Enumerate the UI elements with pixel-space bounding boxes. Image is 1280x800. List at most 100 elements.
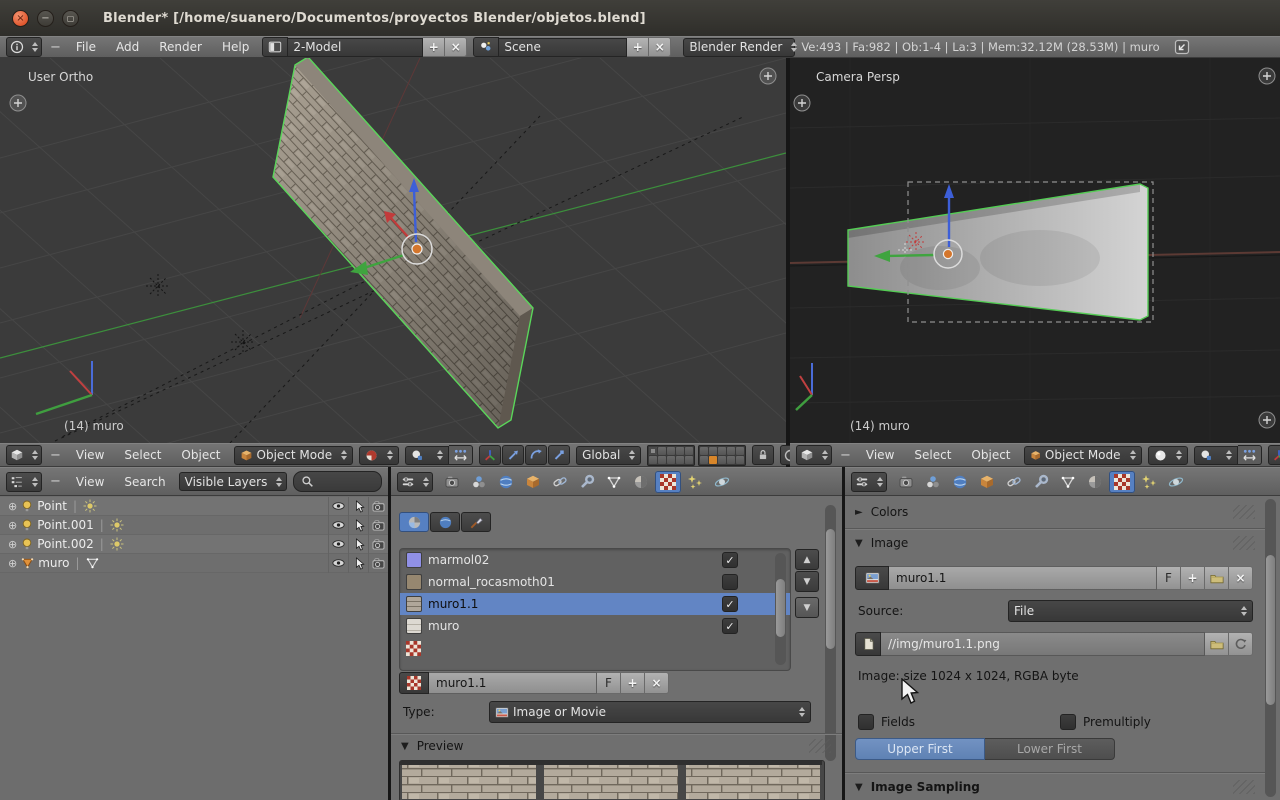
tab-particles[interactable] [682, 471, 708, 493]
tab-object-data[interactable] [1055, 471, 1081, 493]
new-image-button[interactable]: + [1181, 566, 1205, 590]
fields-checkbox[interactable] [858, 714, 874, 730]
editor-scrollbar[interactable] [1265, 499, 1276, 797]
menu-render[interactable]: Render [152, 40, 209, 54]
editor-type-selector-3dview[interactable] [796, 445, 832, 465]
scene-browse-button[interactable] [473, 37, 499, 57]
slot-move-down-button[interactable]: ▼ [795, 571, 819, 592]
fake-user-button[interactable]: F [1157, 566, 1181, 590]
editor-type-selector-info[interactable] [6, 37, 42, 57]
outliner-item-point001[interactable]: ⊕ Point.001 | [0, 516, 388, 535]
scene-delete-button[interactable]: × [649, 37, 671, 57]
tab-texture[interactable] [1109, 471, 1135, 493]
panel-drag-grip[interactable] [1233, 536, 1255, 550]
texture-slot-muro1-1[interactable]: muro1.1 ✓ [400, 593, 790, 615]
render-toggle[interactable] [368, 516, 388, 535]
manipulator-toggle-button[interactable] [1238, 445, 1262, 465]
texture-enable-checkbox[interactable]: ✓ [722, 618, 738, 634]
tab-texture[interactable] [655, 471, 681, 493]
render-toggle[interactable] [368, 497, 388, 516]
editor-type-selector-3dview[interactable] [6, 445, 42, 465]
premultiply-checkbox[interactable] [1060, 714, 1076, 730]
tab-object[interactable] [974, 471, 1000, 493]
window-close-button[interactable]: × [12, 10, 29, 27]
image-panel-header[interactable]: ▼ Image [855, 536, 1255, 550]
unlink-texture-button[interactable]: × [645, 672, 669, 694]
open-image-button[interactable] [1205, 566, 1229, 590]
menu-select[interactable]: Select [117, 448, 168, 462]
texture-slot-muro[interactable]: muro ✓ [400, 615, 790, 637]
menu-help[interactable]: Help [215, 40, 256, 54]
scene-name-field[interactable]: Scene [499, 38, 627, 57]
slot-specials-menu-button[interactable]: ▼ [795, 597, 819, 618]
collapse-menus-icon[interactable]: − [48, 40, 63, 55]
editor-type-selector-properties[interactable] [397, 472, 433, 492]
menu-add[interactable]: Add [109, 40, 146, 54]
image-name-field[interactable]: muro1.1 [889, 566, 1157, 590]
scene-add-button[interactable]: + [627, 37, 649, 57]
image-sampling-panel-header[interactable]: ▼ Image Sampling [855, 780, 1255, 794]
pivot-point-dropdown[interactable] [405, 446, 449, 465]
panel-drag-grip[interactable] [1233, 505, 1255, 519]
tab-physics[interactable] [1163, 471, 1189, 493]
selectability-toggle[interactable] [348, 535, 368, 554]
tab-modifiers[interactable] [1028, 471, 1054, 493]
lower-first-button[interactable]: Lower First [985, 738, 1115, 760]
tab-render-layers[interactable] [920, 471, 946, 493]
pivot-point-dropdown[interactable] [1194, 446, 1238, 465]
editor-scrollbar[interactable] [825, 505, 836, 761]
lock-to-scene-button[interactable] [752, 445, 774, 465]
expand-icon[interactable]: ⊕ [8, 557, 17, 570]
texture-slot-empty[interactable] [400, 637, 790, 659]
outliner-filter-dropdown[interactable]: Visible Layers [179, 472, 287, 491]
filepath-field[interactable]: //img/muro1.1.png [881, 632, 1205, 656]
panel-drag-grip[interactable] [1233, 780, 1255, 794]
fake-user-button[interactable]: F [597, 672, 621, 694]
image-source-dropdown[interactable]: File [1008, 600, 1253, 622]
tab-material[interactable] [628, 471, 654, 493]
menu-view[interactable]: View [69, 448, 111, 462]
slot-list-scrollbar[interactable] [775, 553, 786, 665]
screen-layout-delete-button[interactable]: × [445, 37, 467, 57]
unlink-image-button[interactable]: × [1229, 566, 1253, 590]
menu-select[interactable]: Select [907, 448, 958, 462]
tab-constraints[interactable] [1001, 471, 1027, 493]
collapse-menus-icon[interactable]: − [838, 448, 853, 463]
manipulator-toggle-button[interactable] [449, 445, 473, 465]
tab-render[interactable] [439, 471, 465, 493]
expand-icon[interactable]: ⊕ [8, 538, 17, 551]
tab-particles[interactable] [1136, 471, 1162, 493]
move-manipulator-button[interactable] [502, 445, 524, 465]
upper-first-button[interactable]: Upper First [855, 738, 985, 760]
outliner-item-point[interactable]: ⊕ Point | [0, 497, 388, 516]
menu-view[interactable]: View [69, 475, 111, 489]
translate-manipulator-button[interactable] [479, 445, 501, 465]
image-browse-button[interactable] [855, 566, 889, 590]
viewport-left[interactable]: User Ortho (14) muro [0, 58, 786, 443]
texture-enable-checkbox[interactable]: ✓ [722, 596, 738, 612]
outliner-item-muro[interactable]: ⊕ muro | [0, 554, 388, 573]
tab-world[interactable] [493, 471, 519, 493]
tab-physics[interactable] [709, 471, 735, 493]
new-texture-button[interactable]: + [621, 672, 645, 694]
texture-context-material-button[interactable] [399, 512, 429, 532]
tab-object-data[interactable] [601, 471, 627, 493]
transform-orientation-dropdown[interactable]: Global [576, 446, 641, 465]
collapse-menus-icon[interactable]: − [48, 448, 63, 463]
menu-object[interactable]: Object [174, 448, 227, 462]
tab-render[interactable] [893, 471, 919, 493]
viewport-shading-dropdown[interactable] [359, 446, 399, 465]
tab-world[interactable] [947, 471, 973, 493]
browse-file-button[interactable] [1205, 632, 1229, 656]
selectability-toggle[interactable] [348, 497, 368, 516]
tab-render-layers[interactable] [466, 471, 492, 493]
scale-manipulator-button[interactable] [548, 445, 570, 465]
screen-layout-add-button[interactable]: + [423, 37, 445, 57]
texture-slot-normal-rocasmoth01[interactable]: normal_rocasmoth01 [400, 571, 790, 593]
texture-enable-checkbox[interactable] [722, 574, 738, 590]
viewport-shading-dropdown[interactable] [1148, 446, 1188, 465]
editor-type-selector-outliner[interactable] [6, 472, 42, 492]
texture-browse-button[interactable] [399, 672, 429, 694]
tab-modifiers[interactable] [574, 471, 600, 493]
texture-type-dropdown[interactable]: Image or Movie [489, 701, 811, 723]
